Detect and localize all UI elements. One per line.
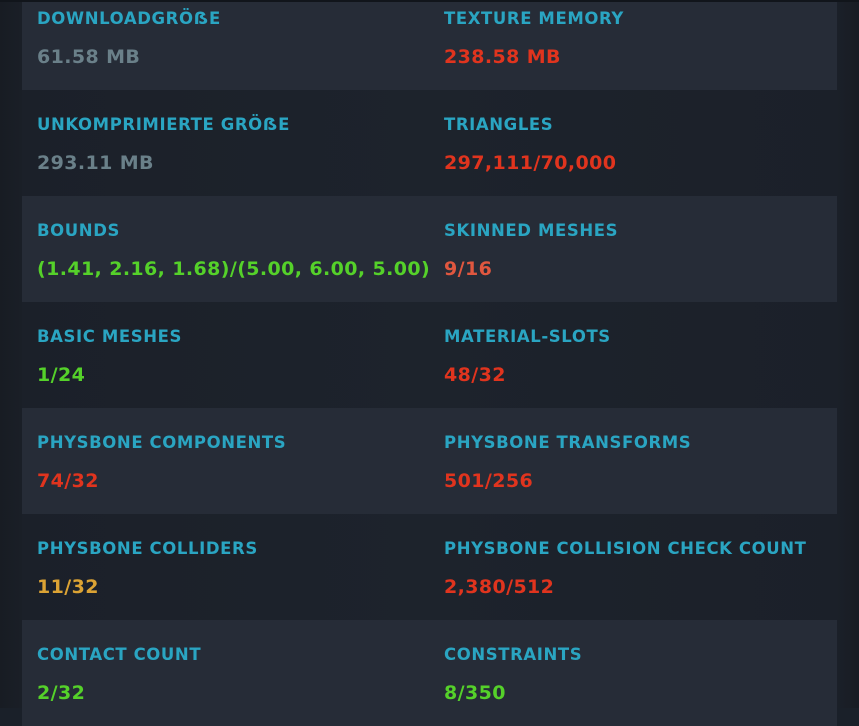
stat-value: 74/32 <box>37 470 99 492</box>
stat-value: 2/32 <box>37 682 86 704</box>
stat-value: 9/16 <box>444 258 493 280</box>
stat-label: PHYSBONE TRANSFORMS <box>444 433 692 452</box>
stat-contact-count: CONTACT COUNT 2/32 <box>22 620 429 726</box>
stat-physbone-components: PHYSBONE COMPONENTS 74/32 <box>22 408 429 514</box>
stat-label: PHYSBONE COLLIDERS <box>37 539 258 558</box>
stat-row: PHYSBONE COLLIDERS 11/32 PHYSBONE COLLIS… <box>22 514 837 620</box>
stat-label: MATERIAL-SLOTS <box>444 327 611 346</box>
stat-constraints: CONSTRAINTS 8/350 <box>429 620 837 726</box>
panel-left-edge <box>0 0 22 708</box>
stat-label: TEXTURE MEMORY <box>444 9 624 28</box>
stat-label: TRIANGLES <box>444 115 554 134</box>
stat-row: UNKOMPRIMIERTE GRÖẞE 293.11 MB TRIANGLES… <box>22 90 837 196</box>
stat-row: CONTACT COUNT 2/32 CONSTRAINTS 8/350 <box>22 620 837 726</box>
stat-row: PHYSBONE COMPONENTS 74/32 PHYSBONE TRANS… <box>22 408 837 514</box>
stat-label: SKINNED MESHES <box>444 221 619 240</box>
stat-texture-memory: TEXTURE MEMORY 238.58 MB <box>429 0 837 90</box>
stat-material-slots: MATERIAL-SLOTS 48/32 <box>429 302 837 408</box>
stat-label: BASIC MESHES <box>37 327 182 346</box>
top-divider <box>0 0 859 2</box>
stat-label: BOUNDS <box>37 221 120 240</box>
performance-stats-panel: DOWNLOADGRÖẞE 61.58 MB TEXTURE MEMORY 23… <box>0 0 859 726</box>
stat-value: 61.58 MB <box>37 46 141 68</box>
stat-value: (1.41, 2.16, 1.68)/(5.00, 6.00, 5.00) <box>37 258 431 280</box>
stat-label: DOWNLOADGRÖẞE <box>37 9 221 28</box>
stat-triangles: TRIANGLES 297,111/70,000 <box>429 90 837 196</box>
stat-value: 48/32 <box>444 364 506 386</box>
stat-value: 293.11 MB <box>37 152 154 174</box>
stat-bounds: BOUNDS (1.41, 2.16, 1.68)/(5.00, 6.00, 5… <box>22 196 431 302</box>
stat-value: 238.58 MB <box>444 46 561 68</box>
stat-label: UNKOMPRIMIERTE GRÖẞE <box>37 115 291 134</box>
stat-physbone-collision-check-count: PHYSBONE COLLISION CHECK COUNT 2,380/512 <box>429 514 837 620</box>
stat-row: BOUNDS (1.41, 2.16, 1.68)/(5.00, 6.00, 5… <box>22 196 837 302</box>
stat-basic-meshes: BASIC MESHES 1/24 <box>22 302 429 408</box>
stat-uncompressed-size: UNKOMPRIMIERTE GRÖẞE 293.11 MB <box>22 90 429 196</box>
stat-row: BASIC MESHES 1/24 MATERIAL-SLOTS 48/32 <box>22 302 837 408</box>
stat-value: 1/24 <box>37 364 86 386</box>
stat-label: PHYSBONE COMPONENTS <box>37 433 287 452</box>
stat-value: 11/32 <box>37 576 99 598</box>
stats-list: DOWNLOADGRÖẞE 61.58 MB TEXTURE MEMORY 23… <box>22 0 837 726</box>
stat-physbone-transforms: PHYSBONE TRANSFORMS 501/256 <box>429 408 837 514</box>
stat-row: DOWNLOADGRÖẞE 61.58 MB TEXTURE MEMORY 23… <box>22 0 837 90</box>
stat-label: CONTACT COUNT <box>37 645 202 664</box>
stat-download-size: DOWNLOADGRÖẞE 61.58 MB <box>22 0 429 90</box>
stat-value: 297,111/70,000 <box>444 152 617 174</box>
stat-value: 8/350 <box>444 682 506 704</box>
panel-right-edge <box>837 0 859 708</box>
stat-skinned-meshes: SKINNED MESHES 9/16 <box>429 196 837 302</box>
stat-physbone-colliders: PHYSBONE COLLIDERS 11/32 <box>22 514 429 620</box>
stat-label: PHYSBONE COLLISION CHECK COUNT <box>444 539 807 558</box>
stat-value: 501/256 <box>444 470 534 492</box>
stat-value: 2,380/512 <box>444 576 555 598</box>
stat-label: CONSTRAINTS <box>444 645 583 664</box>
